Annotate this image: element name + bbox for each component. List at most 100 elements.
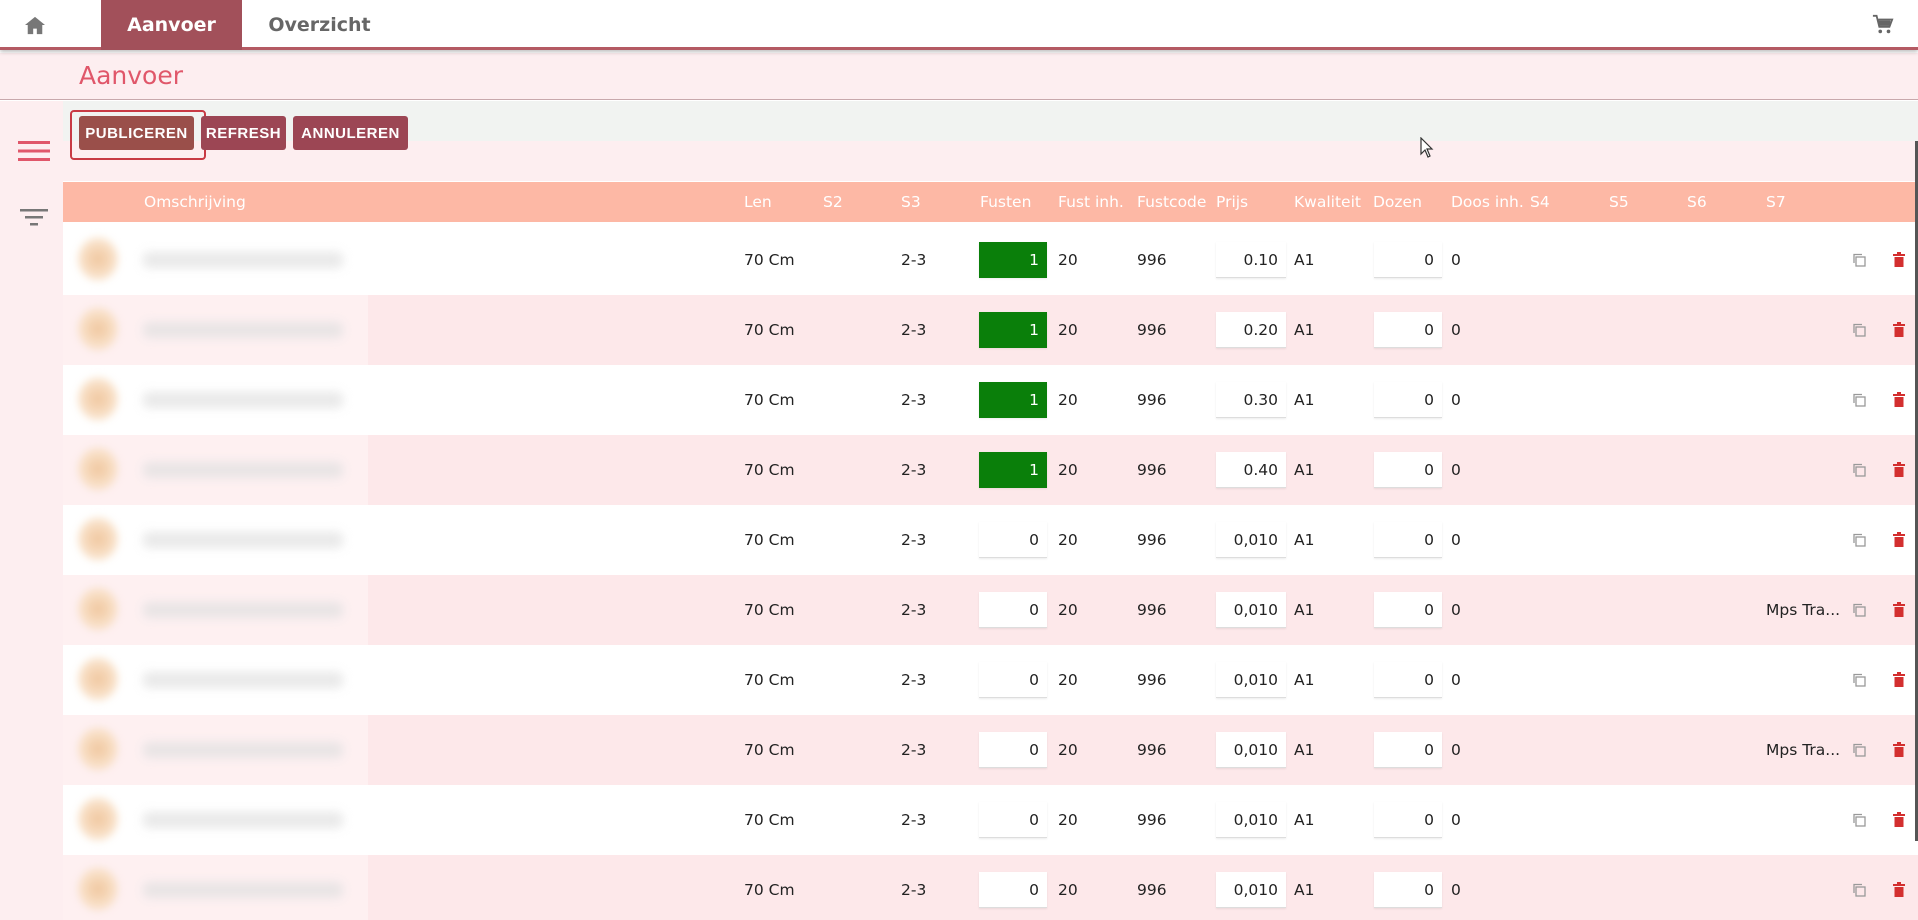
prijs-input[interactable]: 0,010 (1216, 872, 1286, 908)
column-header-s7[interactable]: S7 (1766, 182, 1786, 222)
fusten-input[interactable]: 1 (979, 242, 1047, 278)
copy-icon[interactable] (1852, 393, 1866, 407)
dozen-input[interactable]: 0 (1374, 242, 1442, 278)
copy-icon[interactable] (1852, 813, 1866, 827)
trash-icon[interactable] (1893, 322, 1905, 337)
table-row[interactable]: 70 Cm 2-3 1 20 996 0.10 A1 0 0 (63, 225, 1918, 295)
column-header-s6[interactable]: S6 (1687, 182, 1707, 222)
prijs-input[interactable]: 0.30 (1216, 382, 1286, 418)
mouse-cursor-icon (1420, 137, 1434, 158)
dozen-input[interactable]: 0 (1374, 732, 1442, 768)
fusten-input[interactable]: 0 (979, 872, 1047, 908)
copy-icon[interactable] (1852, 463, 1866, 477)
prijs-input[interactable]: 0.20 (1216, 312, 1286, 348)
cell-fust-inh: 20 (1058, 741, 1078, 759)
trash-icon[interactable] (1893, 532, 1905, 547)
cart-button[interactable] (1868, 10, 1898, 40)
prijs-input[interactable]: 0,010 (1216, 802, 1286, 838)
column-header-fusten[interactable]: Fusten (980, 182, 1031, 222)
trash-icon[interactable] (1893, 462, 1905, 477)
fusten-input[interactable]: 0 (979, 522, 1047, 558)
trash-icon[interactable] (1893, 252, 1905, 267)
dozen-input[interactable]: 0 (1374, 802, 1442, 838)
publish-button[interactable]: PUBLICEREN (79, 116, 194, 150)
copy-icon[interactable] (1852, 883, 1866, 897)
fusten-input[interactable]: 0 (979, 662, 1047, 698)
prijs-input[interactable]: 0.40 (1216, 452, 1286, 488)
table-row[interactable]: 70 Cm 2-3 1 20 996 0.40 A1 0 0 (63, 435, 1918, 505)
trash-icon[interactable] (1893, 392, 1905, 407)
prijs-input[interactable]: 0,010 (1216, 522, 1286, 558)
dozen-input[interactable]: 0 (1374, 312, 1442, 348)
prijs-input[interactable]: 0,010 (1216, 592, 1286, 628)
cell-kwaliteit: A1 (1294, 251, 1315, 269)
table-row[interactable]: 70 Cm 2-3 0 20 996 0,010 A1 0 0 (63, 505, 1918, 575)
trash-icon[interactable] (1893, 882, 1905, 897)
column-header-prijs[interactable]: Prijs (1216, 182, 1248, 222)
column-header-kwaliteit[interactable]: Kwaliteit (1294, 182, 1361, 222)
trash-icon[interactable] (1893, 742, 1905, 757)
cell-len: 70 Cm (744, 881, 795, 899)
column-header-fust-inh[interactable]: Fust inh. (1058, 182, 1124, 222)
cell-len: 70 Cm (744, 461, 795, 479)
cancel-button[interactable]: ANNULEREN (293, 116, 408, 150)
cell-s3: 2-3 (901, 321, 927, 339)
fusten-input[interactable]: 0 (979, 802, 1047, 838)
cell-len: 70 Cm (744, 741, 795, 759)
home-button[interactable] (0, 0, 70, 50)
column-header-s3[interactable]: S3 (901, 182, 921, 222)
table-row[interactable]: 70 Cm 2-3 0 20 996 0,010 A1 0 0 (63, 855, 1918, 920)
copy-icon[interactable] (1852, 253, 1866, 267)
trash-icon[interactable] (1893, 672, 1905, 687)
column-header-dozen[interactable]: Dozen (1373, 182, 1422, 222)
dozen-input[interactable]: 0 (1374, 522, 1442, 558)
fusten-input[interactable]: 1 (979, 312, 1047, 348)
fusten-input[interactable]: 0 (979, 592, 1047, 628)
fusten-input[interactable]: 1 (979, 452, 1047, 488)
row-description (63, 435, 368, 505)
tab-overzicht[interactable]: Overzicht (242, 0, 397, 50)
dozen-input[interactable]: 0 (1374, 382, 1442, 418)
column-header-s5[interactable]: S5 (1609, 182, 1629, 222)
table-row[interactable]: 70 Cm 2-3 0 20 996 0,010 A1 0 0 Mps Tra... (63, 575, 1918, 645)
prijs-input[interactable]: 0,010 (1216, 732, 1286, 768)
trash-icon[interactable] (1893, 812, 1905, 827)
copy-icon[interactable] (1852, 673, 1866, 687)
column-header-s2[interactable]: S2 (823, 182, 843, 222)
cell-fustcode: 996 (1137, 251, 1167, 269)
hamburger-menu-icon[interactable] (18, 139, 50, 163)
copy-icon[interactable] (1852, 323, 1866, 337)
row-description (63, 365, 368, 435)
cell-len: 70 Cm (744, 321, 795, 339)
copy-icon[interactable] (1852, 533, 1866, 547)
table-row[interactable]: 70 Cm 2-3 1 20 996 0.20 A1 0 0 (63, 295, 1918, 365)
refresh-button[interactable]: REFRESH (201, 116, 286, 150)
column-header-omschrijving[interactable]: Omschrijving (144, 182, 246, 222)
table-row[interactable]: 70 Cm 2-3 0 20 996 0,010 A1 0 0 Mps Tra... (63, 715, 1918, 785)
dozen-input[interactable]: 0 (1374, 452, 1442, 488)
trash-icon[interactable] (1893, 602, 1905, 617)
dozen-input[interactable]: 0 (1374, 662, 1442, 698)
column-header-doos-inh[interactable]: Doos inh. (1451, 182, 1524, 222)
copy-icon[interactable] (1852, 743, 1866, 757)
prijs-input[interactable]: 0,010 (1216, 662, 1286, 698)
column-header-fustcode[interactable]: Fustcode (1137, 182, 1206, 222)
column-header-len[interactable]: Len (744, 182, 772, 222)
filter-icon[interactable] (20, 206, 48, 228)
table-row[interactable]: 70 Cm 2-3 1 20 996 0.30 A1 0 0 (63, 365, 1918, 435)
cell-fustcode: 996 (1137, 811, 1167, 829)
prijs-input[interactable]: 0.10 (1216, 242, 1286, 278)
cell-kwaliteit: A1 (1294, 461, 1315, 479)
copy-icon[interactable] (1852, 603, 1866, 617)
fusten-input[interactable]: 0 (979, 732, 1047, 768)
cell-fust-inh: 20 (1058, 391, 1078, 409)
dozen-input[interactable]: 0 (1374, 592, 1442, 628)
fusten-input[interactable]: 1 (979, 382, 1047, 418)
tab-aanvoer[interactable]: Aanvoer (101, 0, 242, 50)
table-row[interactable]: 70 Cm 2-3 0 20 996 0,010 A1 0 0 (63, 785, 1918, 855)
table-row[interactable]: 70 Cm 2-3 0 20 996 0,010 A1 0 0 (63, 645, 1918, 715)
column-header-s4[interactable]: S4 (1530, 182, 1550, 222)
dozen-input[interactable]: 0 (1374, 872, 1442, 908)
cell-doos-inh: 0 (1451, 811, 1461, 829)
cell-doos-inh: 0 (1451, 251, 1461, 269)
